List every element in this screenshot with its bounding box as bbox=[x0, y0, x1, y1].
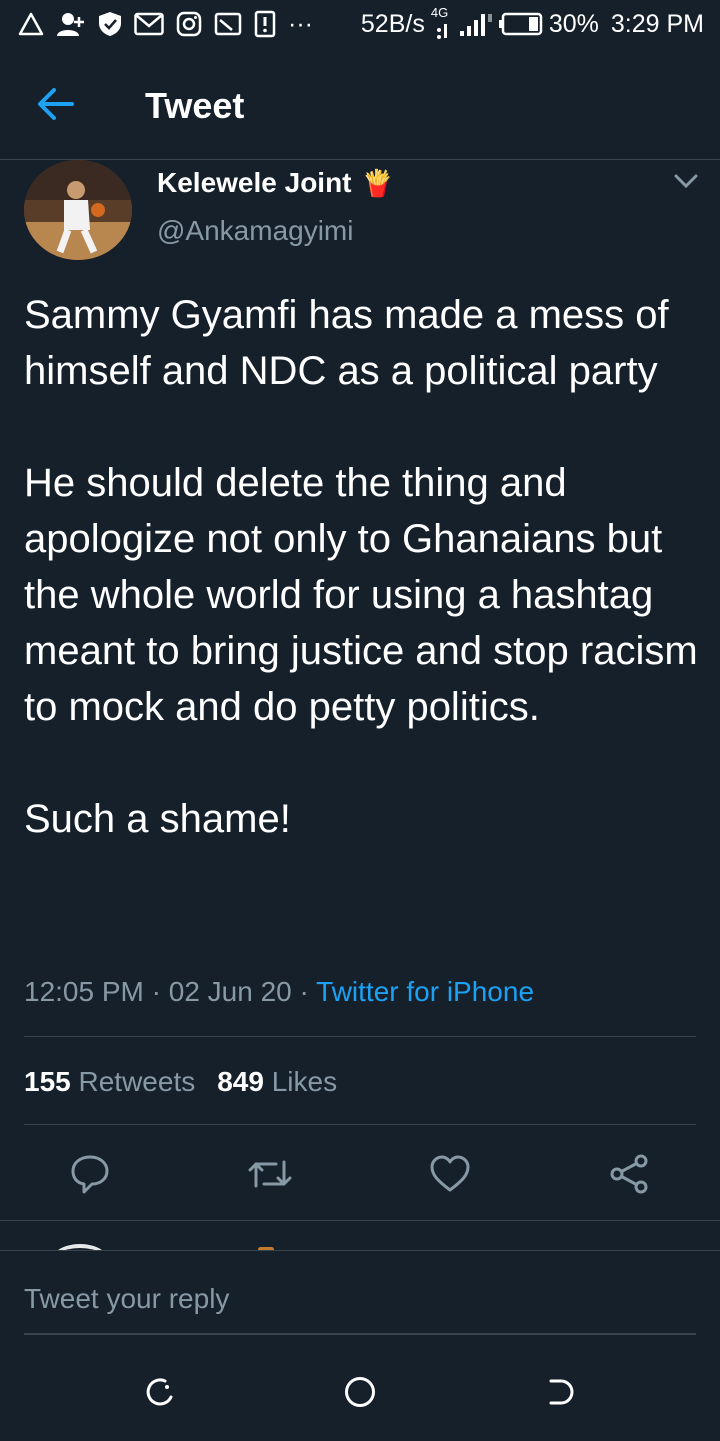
home-button[interactable] bbox=[343, 1375, 377, 1409]
user-handle[interactable]: @Ankamagyimi bbox=[157, 214, 353, 248]
retweets-stat[interactable]: 155 Retweets bbox=[24, 1066, 195, 1097]
status-bar: ··· 52B/s 4G 30% 3:29 PM bbox=[0, 0, 720, 48]
network-type-icon: 4G bbox=[430, 5, 453, 40]
meta-separator: · bbox=[299, 976, 309, 1007]
likes-label: Likes bbox=[271, 1066, 338, 1097]
battery-icon bbox=[498, 12, 543, 36]
divider bbox=[0, 1220, 720, 1221]
like-icon[interactable] bbox=[428, 1152, 472, 1196]
tweet-meta: 12:05 PM · 02 Jun 20 · Twitter for iPhon… bbox=[24, 972, 534, 1012]
retweet-icon[interactable] bbox=[246, 1152, 292, 1196]
alert-icon bbox=[254, 10, 276, 38]
instagram-icon bbox=[176, 11, 202, 37]
cast-icon bbox=[214, 12, 242, 36]
retweets-count: 155 bbox=[24, 1066, 71, 1097]
network-speed: 52B/s bbox=[360, 10, 425, 38]
reply-input-underline bbox=[24, 1333, 696, 1335]
battery-percent: 30% bbox=[548, 10, 599, 38]
display-name-text[interactable]: Kelewele Joint bbox=[157, 166, 352, 200]
network-type-label: 4G bbox=[430, 5, 449, 20]
more-notifications: ··· bbox=[288, 10, 313, 38]
avatar[interactable] bbox=[24, 160, 132, 260]
display-name[interactable]: Kelewele Joint 🍟 bbox=[157, 166, 394, 200]
recent-apps-button[interactable] bbox=[143, 1375, 177, 1409]
chevron-down-icon[interactable] bbox=[672, 170, 700, 192]
reply-input[interactable]: Tweet your reply bbox=[24, 1281, 229, 1317]
tweet-time: 12:05 PM bbox=[24, 976, 144, 1007]
gmail-icon bbox=[134, 12, 164, 36]
meta-separator: · bbox=[151, 976, 161, 1007]
tweet-source-link[interactable]: Twitter for iPhone bbox=[316, 976, 534, 1007]
back-button[interactable] bbox=[543, 1375, 577, 1409]
shield-icon bbox=[98, 11, 122, 37]
tweet-text: Sammy Gyamfi has made a mess of himself … bbox=[24, 293, 698, 841]
retweets-label: Retweets bbox=[78, 1066, 196, 1097]
clock: 3:29 PM bbox=[610, 10, 704, 38]
reply-icon[interactable] bbox=[68, 1152, 112, 1196]
signal-icon bbox=[459, 11, 493, 37]
likes-stat[interactable]: 849 Likes bbox=[217, 1066, 337, 1097]
app-header: Tweet bbox=[0, 48, 720, 160]
divider bbox=[24, 1036, 696, 1037]
page-title: Tweet bbox=[145, 85, 245, 126]
tweet-date: 02 Jun 20 bbox=[168, 976, 292, 1007]
likes-count: 849 bbox=[217, 1066, 264, 1097]
fries-emoji: 🍟 bbox=[361, 168, 394, 198]
warning-icon bbox=[18, 12, 44, 36]
share-icon[interactable] bbox=[608, 1152, 652, 1196]
reply-composer: Tweet your reply bbox=[0, 1250, 720, 1441]
divider bbox=[24, 1124, 696, 1125]
tweet-stats: 155 Retweets 849 Likes bbox=[24, 1062, 337, 1102]
person-add-icon bbox=[56, 11, 86, 37]
arrow-left-icon[interactable] bbox=[36, 86, 76, 122]
